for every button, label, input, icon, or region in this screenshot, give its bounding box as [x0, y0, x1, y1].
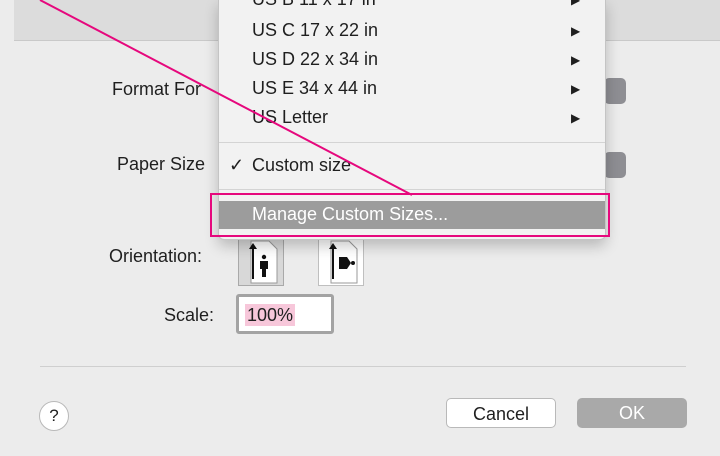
annotation-pointer-line: [39, 0, 413, 196]
